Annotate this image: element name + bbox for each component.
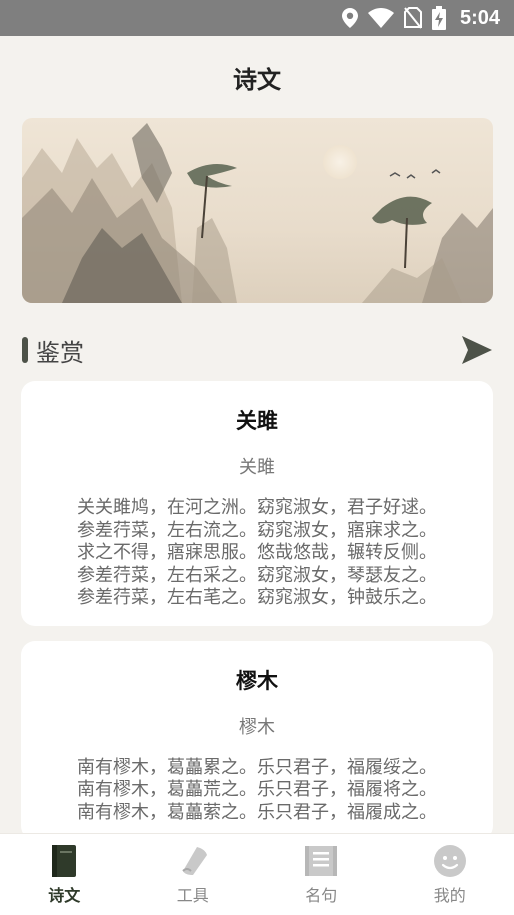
- scroll-icon: [176, 844, 210, 878]
- wifi-icon: [367, 8, 394, 28]
- page-title: 诗文: [233, 65, 281, 94]
- poem-subtitle: 樛木: [239, 716, 275, 738]
- document-icon: [304, 844, 338, 878]
- poem-list: 关雎 关雎 关关雎鸠，在河之洲。窈窕淑女，君子好逑。 参差荇菜，左右流之。窈窕淑…: [21, 381, 493, 833]
- tab-label: 诗文: [48, 885, 81, 905]
- tab-label: 名句: [305, 885, 338, 905]
- tab-label: 工具: [176, 885, 209, 905]
- poem-title: 关雎: [236, 409, 278, 433]
- bottom-nav: 诗文 工具 名句 我的: [0, 833, 514, 915]
- tab-tools[interactable]: 工具: [129, 834, 258, 915]
- poem-subtitle: 关雎: [239, 457, 275, 478]
- section-header: 鉴赏: [22, 330, 493, 370]
- no-sim-icon: [403, 7, 422, 29]
- section-marker: [22, 337, 28, 363]
- section-title: 鉴赏: [36, 338, 84, 367]
- tab-poems[interactable]: 诗文: [0, 834, 129, 915]
- status-time: 5:04: [459, 6, 500, 29]
- poem-title: 樛木: [236, 668, 278, 693]
- location-icon: [341, 8, 358, 28]
- app-bar: 诗文: [0, 36, 514, 118]
- play-arrow-icon[interactable]: [461, 334, 493, 366]
- banner-image[interactable]: [22, 118, 493, 303]
- tab-quotes[interactable]: 名句: [257, 834, 386, 915]
- battery-charging-icon: [431, 6, 446, 30]
- poem-card[interactable]: 关雎 关雎 关关雎鸠，在河之洲。窈窕淑女，君子好逑。 参差荇菜，左右流之。窈窕淑…: [21, 381, 493, 626]
- book-icon: [47, 844, 81, 878]
- status-bar: 5:04: [0, 0, 514, 36]
- tab-label: 我的: [433, 885, 466, 905]
- smiley-icon: [433, 844, 467, 878]
- poem-text: 关关雎鸠，在河之洲。窈窕淑女，君子好逑。 参差荇菜，左右流之。窈窕淑女，寤寐求之…: [77, 497, 437, 608]
- poem-text: 南有樛木，葛藟累之。乐只君子，福履绥之。 南有樛木，葛藟荒之。乐只君子，福履将之…: [77, 756, 437, 823]
- poem-card[interactable]: 樛木 樛木 南有樛木，葛藟累之。乐只君子，福履绥之。 南有樛木，葛藟荒之。乐只君…: [21, 640, 493, 833]
- tab-profile[interactable]: 我的: [386, 834, 514, 915]
